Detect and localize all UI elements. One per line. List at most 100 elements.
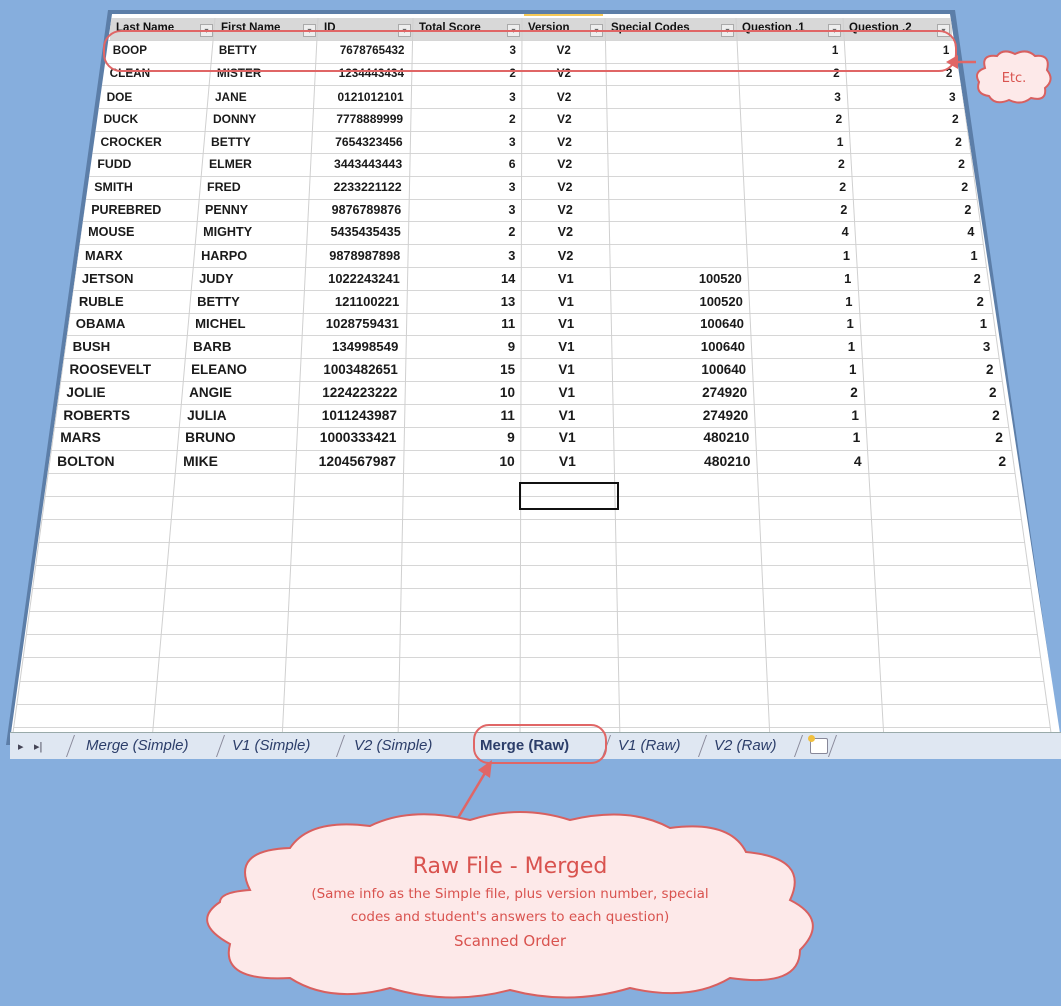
cell-question-2[interactable]: 2 [853, 203, 971, 217]
cell-version[interactable]: V2 [522, 135, 608, 149]
cell-special-codes[interactable]: 100520 [611, 294, 742, 309]
cell-question-1[interactable]: 2 [753, 385, 858, 400]
cell-first-name[interactable]: BRUNO [185, 430, 236, 445]
cell-first-name[interactable]: ANGIE [189, 385, 232, 400]
cell-version[interactable]: V2 [522, 157, 608, 171]
cell-question-2[interactable]: 2 [851, 157, 965, 171]
cell-question-1[interactable]: 1 [755, 430, 861, 445]
cell-last-name[interactable]: OBAMA [76, 316, 126, 331]
cell-last-name[interactable]: PUREBRED [91, 203, 161, 217]
cell-total-score[interactable]: 2 [411, 112, 516, 126]
cell-id[interactable]: 1003482651 [307, 362, 397, 377]
cell-question-2[interactable]: 2 [865, 408, 1000, 423]
cell-special-codes[interactable]: 274920 [613, 408, 749, 423]
cell-version[interactable]: V2 [521, 225, 609, 239]
cell-id[interactable]: 1204567987 [302, 453, 396, 469]
cell-id[interactable]: 9878987898 [313, 248, 400, 263]
cell-last-name[interactable]: ROBERTS [63, 408, 130, 423]
cell-first-name[interactable]: HARPO [201, 248, 247, 263]
cell-first-name[interactable]: JANE [215, 90, 247, 104]
cell-special-codes[interactable]: 100640 [612, 339, 745, 354]
cell-question-1[interactable]: 3 [739, 90, 841, 104]
cell-question-1[interactable]: 2 [740, 112, 843, 126]
cell-version[interactable]: V2 [521, 248, 609, 263]
cell-id[interactable]: 134998549 [308, 339, 398, 354]
cell-special-codes[interactable]: 274920 [613, 385, 747, 400]
cell-id[interactable]: 5435435435 [314, 225, 401, 239]
cell-first-name[interactable]: JUDY [199, 271, 233, 286]
cell-total-score[interactable]: 3 [409, 203, 516, 217]
cell-id[interactable]: 2233221122 [316, 180, 402, 194]
cell-first-name[interactable]: MIGHTY [203, 225, 252, 239]
cell-last-name[interactable]: SMITH [94, 180, 133, 194]
cell-first-name[interactable]: DONNY [213, 112, 256, 126]
cell-id[interactable]: 1022243241 [311, 271, 400, 286]
cell-question-2[interactable]: 2 [866, 430, 1003, 445]
cell-total-score[interactable]: 10 [404, 453, 514, 469]
cell-first-name[interactable]: ELMER [209, 157, 252, 171]
cell-total-score[interactable]: 11 [407, 316, 515, 331]
cell-id[interactable]: 7654323456 [318, 135, 402, 149]
cell-last-name[interactable]: MARX [85, 248, 123, 263]
cell-id[interactable]: 1000333421 [304, 430, 397, 445]
insert-sheet-icon[interactable] [808, 735, 828, 754]
cell-version[interactable]: V1 [521, 271, 610, 286]
cell-version[interactable]: V1 [521, 408, 613, 423]
cell-question-2[interactable]: 1 [860, 316, 987, 331]
cell-question-2[interactable]: 2 [848, 112, 959, 126]
cell-special-codes[interactable]: 100640 [612, 362, 746, 377]
cell-special-codes[interactable]: 100520 [610, 271, 742, 286]
cell-id[interactable]: 9876789876 [315, 203, 402, 217]
cell-version[interactable]: V1 [521, 339, 612, 354]
cell-total-score[interactable]: 9 [406, 339, 515, 354]
cell-total-score[interactable]: 14 [408, 271, 515, 286]
cell-version[interactable]: V2 [522, 90, 607, 104]
cell-total-score[interactable]: 13 [407, 294, 515, 309]
cell-first-name[interactable]: BETTY [197, 294, 240, 309]
cell-question-2[interactable]: 2 [862, 362, 993, 377]
cell-id[interactable]: 1011243987 [305, 408, 397, 423]
cell-question-1[interactable]: 1 [748, 271, 851, 286]
cell-last-name[interactable]: BUSH [73, 339, 111, 354]
cell-total-score[interactable]: 3 [408, 248, 515, 263]
cell-total-score[interactable]: 15 [406, 362, 515, 377]
cell-question-2[interactable]: 2 [859, 294, 984, 309]
cell-question-2[interactable]: 2 [868, 453, 1006, 469]
tab-v1-raw[interactable]: V1 (Raw) [618, 737, 681, 754]
cell-question-1[interactable]: 1 [747, 248, 850, 263]
cell-total-score[interactable]: 10 [405, 385, 515, 400]
cell-total-score[interactable]: 11 [405, 408, 514, 423]
cell-first-name[interactable]: MICHEL [195, 316, 245, 331]
cell-first-name[interactable]: JULIA [187, 408, 226, 423]
tab-merge-simple[interactable]: Merge (Simple) [86, 737, 189, 754]
cell-version[interactable]: V1 [521, 316, 611, 331]
spreadsheet[interactable]: ABCDEFGH BOOP BETTY 7678765432 3 V2 1 1 CLEAN MI… [10, 14, 1061, 740]
cell-question-1[interactable]: 1 [750, 316, 854, 331]
cell-last-name[interactable]: ROOSEVELT [70, 362, 152, 377]
cell-last-name[interactable]: FUDD [97, 157, 131, 171]
cell-question-1[interactable]: 1 [749, 294, 852, 309]
cell-first-name[interactable]: ELEANO [191, 362, 247, 377]
cell-first-name[interactable]: PENNY [205, 203, 248, 217]
cell-id[interactable]: 7778889999 [319, 112, 403, 126]
cell-question-1[interactable]: 1 [741, 135, 844, 149]
tab-v2-simple[interactable]: V2 (Simple) [354, 737, 432, 754]
cell-question-2[interactable]: 1 [856, 248, 977, 263]
cell-total-score[interactable]: 2 [409, 225, 515, 239]
cell-question-1[interactable]: 1 [752, 362, 856, 377]
cell-special-codes[interactable]: 480210 [614, 453, 750, 469]
tab-nav-last[interactable]: ▸| [34, 740, 42, 753]
cell-first-name[interactable]: BETTY [211, 135, 251, 149]
cell-question-2[interactable]: 2 [857, 271, 981, 286]
tab-nav-next[interactable]: ▸ [18, 740, 24, 753]
cell-question-1[interactable]: 2 [744, 180, 846, 194]
cell-version[interactable]: V1 [521, 430, 614, 445]
cell-question-1[interactable]: 1 [751, 339, 855, 354]
cell-question-2[interactable]: 2 [852, 180, 968, 194]
cell-total-score[interactable]: 3 [412, 90, 516, 104]
cell-question-2[interactable]: 3 [847, 90, 956, 104]
tab-v2-raw[interactable]: V2 (Raw) [714, 737, 777, 754]
cell-question-1[interactable]: 1 [754, 408, 859, 423]
cell-id[interactable]: 1224223222 [306, 385, 397, 400]
cell-last-name[interactable]: BOLTON [57, 453, 114, 469]
